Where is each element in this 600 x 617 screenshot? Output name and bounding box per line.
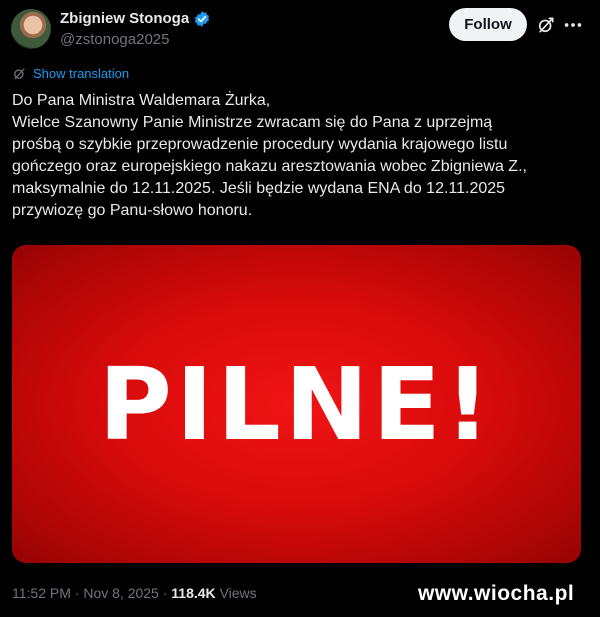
tweet-line: Do Pana Ministra Waldemara Żurka, bbox=[12, 92, 271, 109]
tweet-text: Do Pana Ministra Waldemara Żurka, Wielce… bbox=[12, 90, 582, 222]
follow-button[interactable]: Follow bbox=[449, 8, 527, 41]
tweet-line: prośbą o szybkie przeprowadzenie procedu… bbox=[12, 136, 508, 153]
author-handle[interactable]: @zstonoga2025 bbox=[60, 31, 169, 48]
tweet-media-image[interactable]: PILNE! bbox=[12, 245, 581, 563]
more-options-icon[interactable] bbox=[562, 14, 584, 36]
tweet-line: przywiozę go Panu-słowo honoru. bbox=[12, 202, 253, 219]
author-name[interactable]: Zbigniew Stonoga bbox=[60, 10, 189, 27]
verified-badge-icon bbox=[194, 11, 210, 27]
translate-icon bbox=[14, 68, 25, 80]
show-translation-link[interactable]: Show translation bbox=[12, 66, 129, 81]
views-count: 118.4K bbox=[171, 585, 216, 601]
tweet-line: gończego oraz europejskiego nakazu aresz… bbox=[12, 158, 527, 175]
show-translation-label[interactable]: Show translation bbox=[33, 66, 129, 81]
tweet-time[interactable]: 11:52 PM bbox=[12, 585, 71, 601]
author-avatar[interactable] bbox=[11, 9, 51, 49]
meta-separator: · bbox=[70, 585, 84, 601]
tweet-date[interactable]: Nov 8, 2025 bbox=[83, 585, 159, 601]
tweet-meta: 11:52 PM · Nov 8, 2025 · 118.4K Views bbox=[12, 585, 257, 601]
views-label: Views bbox=[219, 585, 257, 601]
media-text: PILNE! bbox=[98, 345, 495, 463]
meta-separator: · bbox=[158, 585, 172, 601]
watermark: www.wiocha.pl bbox=[418, 582, 575, 605]
grok-icon[interactable] bbox=[536, 15, 556, 35]
tweet-line: Wielce Szanowny Panie Ministrze zwracam … bbox=[12, 114, 493, 131]
tweet-line: maksymalnie do 12.11.2025. Jeśli będzie … bbox=[12, 180, 506, 197]
